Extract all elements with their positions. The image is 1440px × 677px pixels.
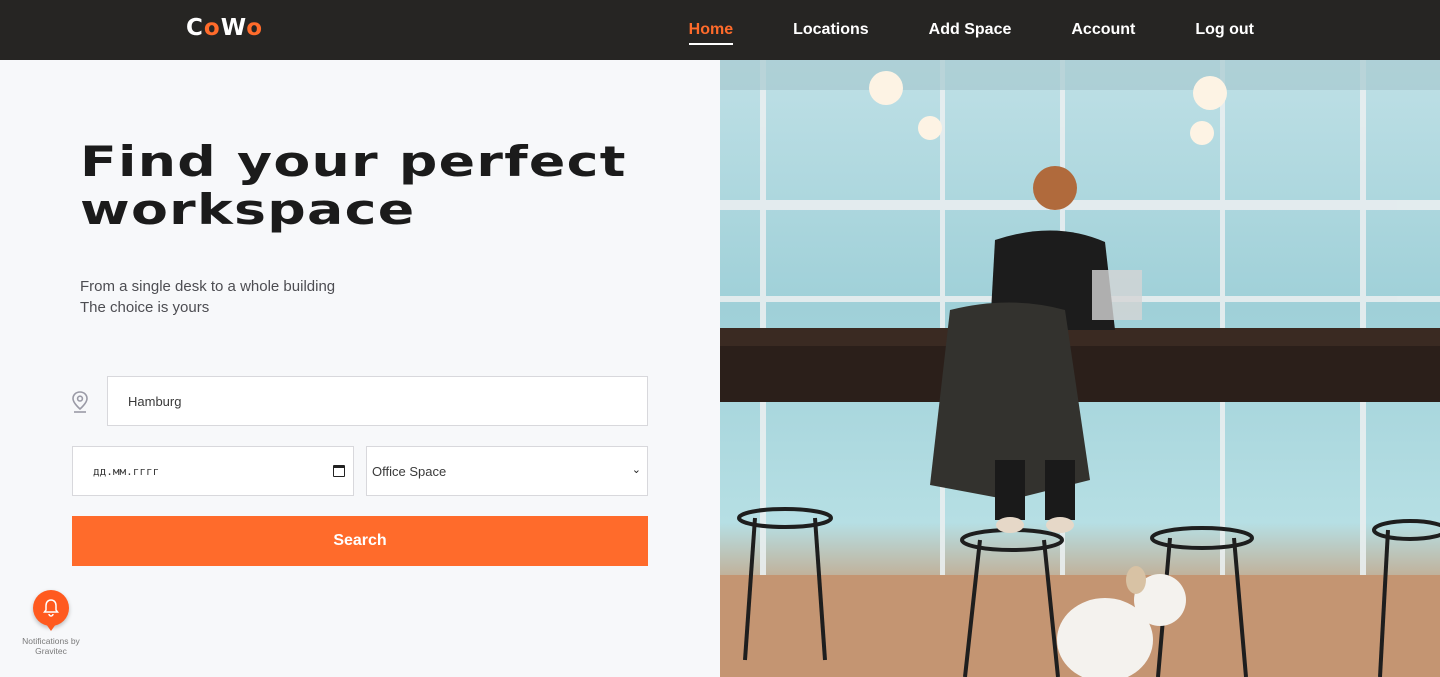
nav-locations[interactable]: Locations xyxy=(793,21,869,39)
nav-account[interactable]: Account xyxy=(1071,21,1135,39)
date-input-placeholder: дд.мм.гггг xyxy=(93,464,160,478)
city-input-value: Hamburg xyxy=(128,393,182,409)
hero-subtitle: From a single desk to a whole building T… xyxy=(80,276,335,318)
space-type-selected: Office Space xyxy=(372,463,447,479)
city-input[interactable]: Hamburg xyxy=(107,376,648,426)
top-navbar: CoWo Home Locations Add Space Account Lo… xyxy=(0,0,1440,60)
location-pin-icon xyxy=(72,391,88,413)
coworking-illustration xyxy=(720,60,1440,677)
subtitle-line-1: From a single desk to a whole building xyxy=(80,278,336,295)
chevron-down-icon: ⌄ xyxy=(631,464,641,476)
space-type-select[interactable]: Office Space ⌄ xyxy=(366,446,648,496)
notification-bell-button[interactable] xyxy=(33,590,69,631)
main-nav: Home Locations Add Space Account Log out xyxy=(688,0,1254,60)
search-button[interactable]: Search xyxy=(72,516,648,566)
date-input[interactable]: дд.мм.гггг xyxy=(72,446,354,496)
calendar-icon[interactable] xyxy=(333,465,345,477)
bell-icon xyxy=(43,599,59,617)
counter-top xyxy=(720,328,1440,346)
nav-log-out[interactable]: Log out xyxy=(1195,21,1254,39)
nav-home[interactable]: Home xyxy=(688,21,734,45)
gravitec-credit: Notifications by Gravitec xyxy=(22,636,80,656)
hero-coworking-photo xyxy=(720,60,1440,677)
cowo-logo[interactable]: CoWo xyxy=(186,14,263,42)
nav-add-space[interactable]: Add Space xyxy=(929,21,1012,39)
subtitle-line-2: The choice is yours xyxy=(80,299,210,316)
hero-title-line-1: Find your perfect xyxy=(80,137,627,186)
hero-title-line-2: workspace xyxy=(80,185,416,234)
